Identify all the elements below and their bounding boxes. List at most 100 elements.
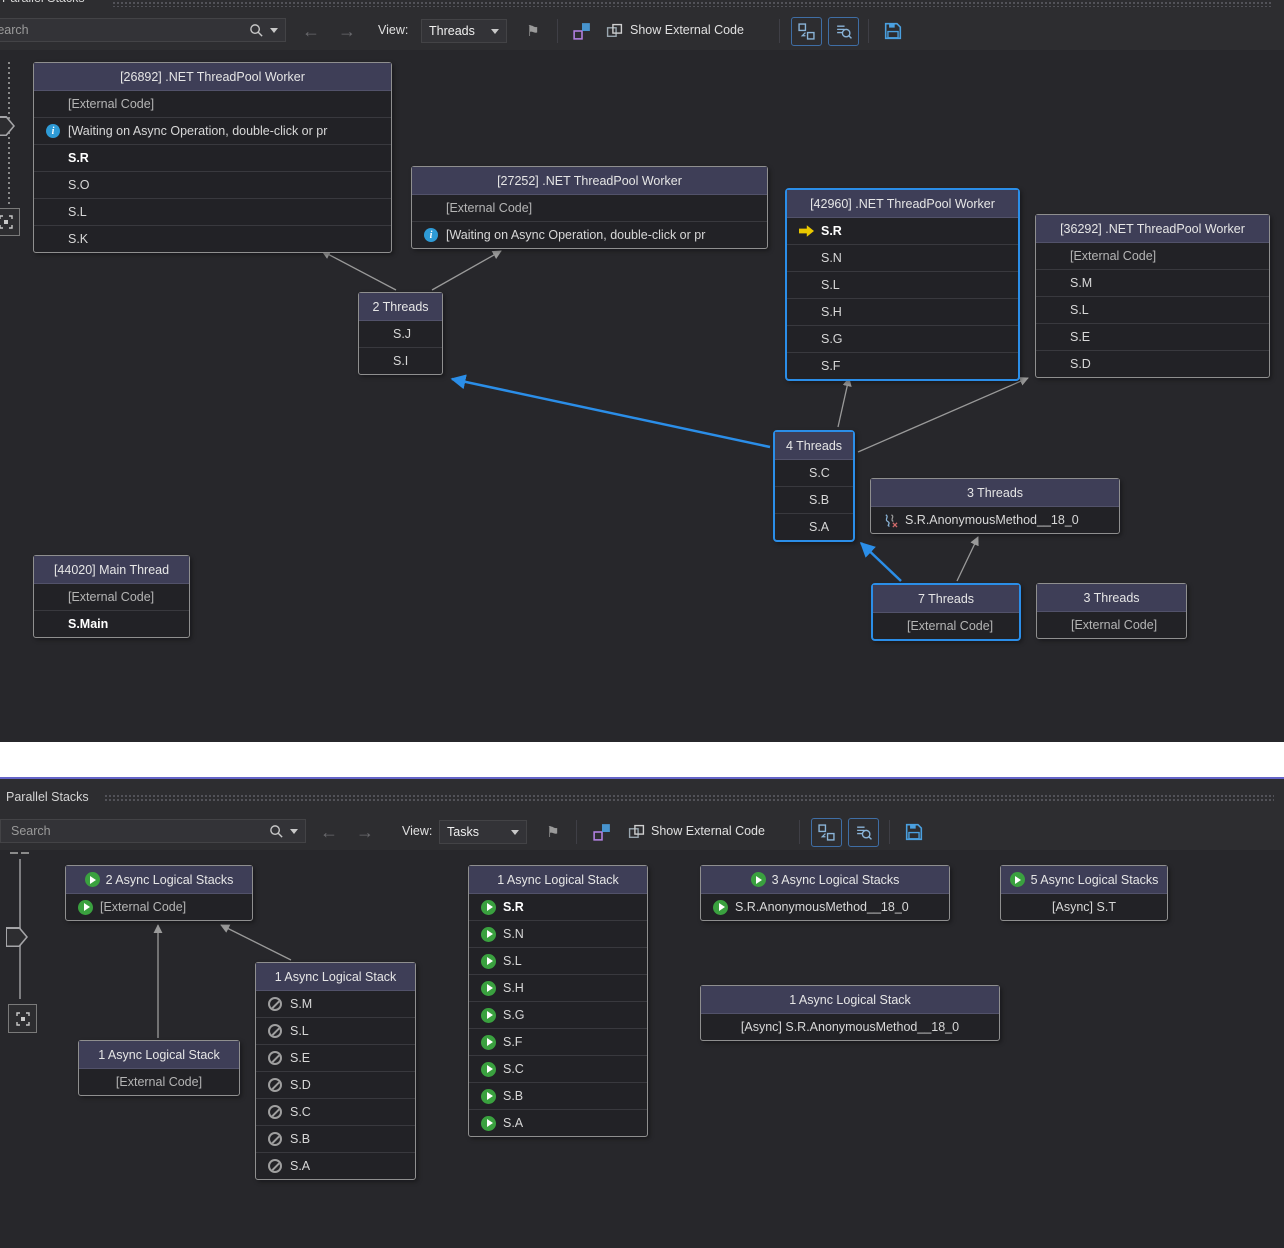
stack-frame-row[interactable]: S.E	[1036, 323, 1269, 350]
stack-frame-row[interactable]: S.C	[256, 1098, 415, 1125]
async-stack-node[interactable]: 1 Async Logical Stack S.M S.L S.E S.D S.…	[255, 962, 416, 1180]
stack-frame-row[interactable]: [Async] S.R.AnonymousMethod__18_0	[701, 1014, 999, 1040]
stack-frame-row[interactable]: S.F	[787, 352, 1018, 379]
show-external-code-button[interactable]	[626, 822, 646, 842]
thread-stack-node[interactable]: [26892] .NET ThreadPool Worker [External…	[33, 62, 392, 253]
async-stack-node[interactable]: 1 Async Logical Stack [External Code]	[78, 1040, 240, 1096]
node-header[interactable]: 1 Async Logical Stack	[469, 866, 647, 894]
stack-frame-row[interactable]: S.N	[469, 920, 647, 947]
async-stack-node[interactable]: 5 Async Logical Stacks [Async] S.T	[1000, 865, 1168, 921]
stack-frame-row[interactable]: S.M	[256, 991, 415, 1017]
show-flagged-button[interactable]	[523, 20, 543, 42]
forward-button[interactable]	[334, 19, 360, 43]
stack-frame-row[interactable]: S.Main	[34, 610, 189, 637]
stack-frame-row[interactable]: S.M	[1036, 269, 1269, 296]
async-stack-node[interactable]: 1 Async Logical Stack [Async] S.R.Anonym…	[700, 985, 1000, 1041]
stack-frame-row[interactable]: S.R	[787, 218, 1018, 244]
stack-frame-row[interactable]: S.H	[787, 298, 1018, 325]
node-header[interactable]: [44020] Main Thread	[34, 556, 189, 584]
thread-group-node-current[interactable]: 7 Threads [External Code]	[871, 583, 1021, 641]
show-external-code-label[interactable]: Show External Code	[651, 824, 765, 838]
node-header[interactable]: 1 Async Logical Stack	[256, 963, 415, 991]
stack-frame-row[interactable]: S.R	[469, 894, 647, 920]
view-toggle-button[interactable]	[570, 20, 594, 42]
node-header[interactable]: 1 Async Logical Stack	[701, 986, 999, 1014]
node-header[interactable]: [26892] .NET ThreadPool Worker	[34, 63, 391, 91]
thread-group-node[interactable]: 2 Threads S.J S.I	[358, 292, 443, 375]
stack-frame-row[interactable]: S.C	[775, 460, 853, 486]
async-stack-node[interactable]: 1 Async Logical Stack S.R S.N S.L S.H S.…	[468, 865, 648, 1137]
stack-frame-row[interactable]: [External Code]	[79, 1069, 239, 1095]
zoom-fit-button[interactable]	[8, 1004, 37, 1033]
node-header[interactable]: [42960] .NET ThreadPool Worker	[787, 190, 1018, 218]
show-external-code-button[interactable]	[604, 21, 624, 41]
search-input[interactable]	[0, 22, 243, 38]
stack-frame-row[interactable]: S.A	[775, 513, 853, 540]
view-dropdown[interactable]: Tasks	[439, 820, 527, 844]
stack-frame-row[interactable]: [External Code]	[34, 584, 189, 610]
show-external-code-label[interactable]: Show External Code	[630, 23, 744, 37]
search-input[interactable]	[1, 823, 263, 839]
node-header[interactable]: [27252] .NET ThreadPool Worker	[412, 167, 767, 195]
stack-frame-row[interactable]: S.C	[469, 1055, 647, 1082]
stack-frame-row[interactable]: S.G	[469, 1001, 647, 1028]
async-stack-node[interactable]: 3 Async Logical Stacks S.R.AnonymousMeth…	[700, 865, 950, 921]
stack-frame-row[interactable]: [External Code]	[1037, 612, 1186, 638]
node-header[interactable]: 4 Threads	[775, 432, 853, 460]
save-button[interactable]	[882, 20, 904, 42]
stack-frame-row[interactable]: S.B	[256, 1125, 415, 1152]
search-box[interactable]	[0, 18, 286, 42]
stack-frame-row[interactable]: S.R.AnonymousMethod__18_0	[871, 507, 1119, 533]
stack-frame-row[interactable]: S.K	[34, 225, 391, 252]
thread-group-node[interactable]: 3 Threads S.R.AnonymousMethod__18_0	[870, 478, 1120, 534]
stack-frame-row[interactable]: S.F	[469, 1028, 647, 1055]
stack-frame-row[interactable]: S.E	[256, 1044, 415, 1071]
thread-group-node-current[interactable]: 4 Threads S.C S.B S.A	[773, 430, 855, 542]
node-header[interactable]: 2 Threads	[359, 293, 442, 321]
stack-frame-row[interactable]: S.D	[256, 1071, 415, 1098]
search-box[interactable]	[0, 819, 306, 843]
show-flagged-button[interactable]	[543, 821, 563, 843]
stack-frame-row[interactable]: [External Code]	[66, 894, 252, 920]
view-dropdown[interactable]: Threads	[421, 19, 507, 43]
scroll-to-current-frame-button[interactable]	[828, 17, 859, 46]
stack-frame-row[interactable]: S.I	[359, 347, 442, 374]
view-toggle-button[interactable]	[590, 821, 614, 843]
stack-frame-row[interactable]: S.G	[787, 325, 1018, 352]
stack-frame-row[interactable]: S.D	[1036, 350, 1269, 377]
stack-frame-row[interactable]: [External Code]	[1036, 243, 1269, 269]
save-button[interactable]	[903, 821, 925, 843]
stack-frame-row[interactable]: [Async] S.T	[1001, 894, 1167, 920]
stack-frame-row[interactable]: S.L	[256, 1017, 415, 1044]
stack-frame-row[interactable]: S.L	[787, 271, 1018, 298]
async-stack-node[interactable]: 2 Async Logical Stacks [External Code]	[65, 865, 253, 921]
zoom-fit-button[interactable]	[0, 208, 20, 236]
stack-frame-row[interactable]: [External Code]	[873, 613, 1019, 639]
stack-frame-row[interactable]: S.O	[34, 171, 391, 198]
stack-frame-row[interactable]: [External Code]	[34, 91, 391, 117]
stack-frame-row[interactable]: [External Code]	[412, 195, 767, 221]
stack-frame-row[interactable]: S.J	[359, 321, 442, 347]
thread-stack-node[interactable]: [27252] .NET ThreadPool Worker [External…	[411, 166, 768, 249]
method-view-button[interactable]	[791, 17, 822, 46]
stack-frame-row[interactable]: S.A	[256, 1152, 415, 1179]
node-header[interactable]: 3 Async Logical Stacks	[701, 866, 949, 894]
scroll-to-current-frame-button[interactable]	[848, 818, 879, 847]
stack-frame-row[interactable]: S.B	[469, 1082, 647, 1109]
stack-frame-row[interactable]: S.R.AnonymousMethod__18_0	[701, 894, 949, 920]
stack-frame-row[interactable]: [Waiting on Async Operation, double-clic…	[34, 117, 391, 144]
stack-frame-row[interactable]: S.R	[34, 144, 391, 171]
stack-frame-row[interactable]: S.H	[469, 974, 647, 1001]
node-header[interactable]: 7 Threads	[873, 585, 1019, 613]
node-header[interactable]: [36292] .NET ThreadPool Worker	[1036, 215, 1269, 243]
node-header[interactable]: 1 Async Logical Stack	[79, 1041, 239, 1069]
search-options-caret-icon[interactable]	[270, 28, 278, 33]
node-header[interactable]: 3 Threads	[1037, 584, 1186, 612]
thread-stack-node[interactable]: [44020] Main Thread [External Code] S.Ma…	[33, 555, 190, 638]
search-options-caret-icon[interactable]	[290, 829, 298, 834]
stack-frame-row[interactable]: S.L	[469, 947, 647, 974]
stack-frame-row[interactable]: S.A	[469, 1109, 647, 1136]
node-header[interactable]: 5 Async Logical Stacks	[1001, 866, 1167, 894]
back-button[interactable]	[298, 19, 324, 43]
method-view-button[interactable]	[811, 818, 842, 847]
